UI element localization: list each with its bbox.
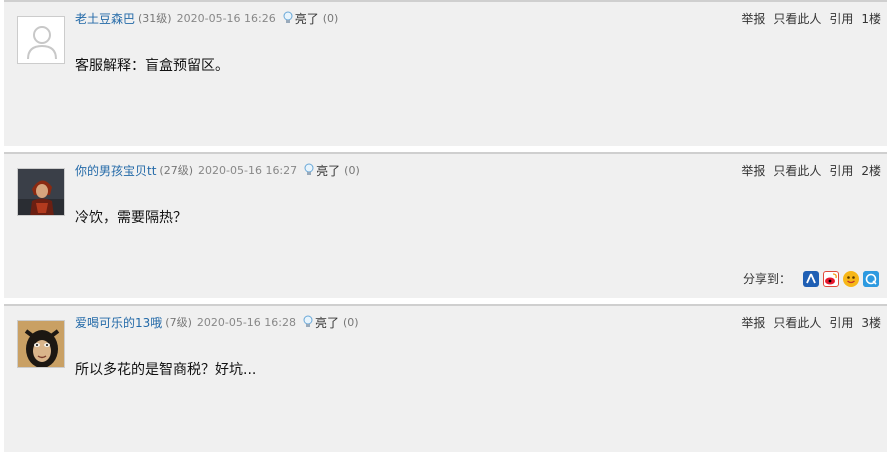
username-link[interactable]: 爱喝可乐的13哦 <box>75 314 162 331</box>
only-this-user-link[interactable]: 只看此人 <box>773 10 821 27</box>
post-actions: 举报 只看此人 引用 1楼 <box>733 10 881 26</box>
post-floor-1: 老土豆森巴 (31级) 2020-05-16 16:26 亮了 (0) 举报 只… <box>4 0 887 146</box>
floor-number: 3楼 <box>861 315 881 330</box>
username-link[interactable]: 你的男孩宝贝tt <box>75 162 156 179</box>
user-level: (31级) <box>138 12 172 25</box>
only-this-user-link[interactable]: 只看此人 <box>773 162 821 179</box>
post-meta: 爱喝可乐的13哦 (7级) 2020-05-16 16:28 亮了 (0) <box>75 314 359 330</box>
lightbulb-icon[interactable] <box>303 163 315 177</box>
floor-number: 2楼 <box>861 163 881 178</box>
report-link[interactable]: 举报 <box>741 10 765 27</box>
light-button[interactable]: 亮了 <box>315 314 339 331</box>
post-floor-3: 爱喝可乐的13哦 (7级) 2020-05-16 16:28 亮了 (0) 举报… <box>4 304 887 452</box>
default-avatar-icon <box>18 17 64 63</box>
report-link[interactable]: 举报 <box>741 162 765 179</box>
share-bar: 分享到： <box>743 270 879 287</box>
light-count: (0) <box>344 163 360 177</box>
floor-number: 1楼 <box>861 11 881 26</box>
avatar[interactable] <box>17 16 65 64</box>
character-avatar <box>18 169 64 215</box>
user-level: (7级) <box>165 316 192 329</box>
light-button[interactable]: 亮了 <box>316 162 340 179</box>
kaixin-icon[interactable] <box>843 270 859 287</box>
report-link[interactable]: 举报 <box>741 314 765 331</box>
lightbulb-icon[interactable] <box>282 11 294 25</box>
post-time: 2020-05-16 16:28 <box>196 315 296 329</box>
post-actions: 举报 只看此人 引用 3楼 <box>733 314 881 330</box>
light-button[interactable]: 亮了 <box>295 10 319 27</box>
post-actions: 举报 只看此人 引用 2楼 <box>733 162 881 178</box>
username-link[interactable]: 老土豆森巴 <box>75 10 135 27</box>
quote-link[interactable]: 引用 <box>829 314 853 331</box>
avatar[interactable] <box>17 168 65 216</box>
masked-face-avatar <box>18 321 64 367</box>
post-floor-2: 你的男孩宝贝tt (27级) 2020-05-16 16:27 亮了 (0) 举… <box>4 152 887 298</box>
only-this-user-link[interactable]: 只看此人 <box>773 314 821 331</box>
quote-link[interactable]: 引用 <box>829 10 853 27</box>
post-content: 冷饮，需要隔热？ <box>75 210 187 226</box>
post-content: 客服解释：盲盒预留区。 <box>75 58 229 74</box>
post-time: 2020-05-16 16:26 <box>176 11 276 25</box>
share-label: 分享到： <box>742 272 791 286</box>
light-count: (0) <box>322 11 339 25</box>
light-count: (0) <box>343 315 359 329</box>
post-meta: 你的男孩宝贝tt (27级) 2020-05-16 16:27 亮了 (0) <box>75 162 360 178</box>
post-time: 2020-05-16 16:27 <box>198 163 298 177</box>
lightbulb-icon[interactable] <box>302 315 314 329</box>
user-level: (27级) <box>159 164 194 177</box>
avatar[interactable] <box>17 320 65 368</box>
renren-icon[interactable] <box>803 270 819 287</box>
quote-link[interactable]: 引用 <box>829 162 853 179</box>
qzone-icon[interactable] <box>863 270 879 287</box>
weibo-icon[interactable] <box>823 270 839 287</box>
post-content: 所以多花的是智商税？好坑... <box>75 362 257 378</box>
post-meta: 老土豆森巴 (31级) 2020-05-16 16:26 亮了 (0) <box>75 10 338 26</box>
